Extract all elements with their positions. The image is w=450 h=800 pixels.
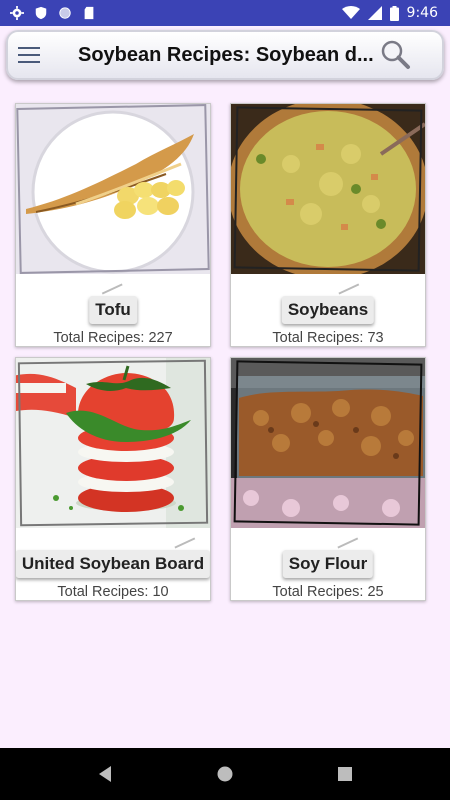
circle-icon <box>59 7 71 19</box>
category-name: Soybeans <box>281 296 375 324</box>
category-name: Soy Flour <box>282 550 374 578</box>
tomato-stack-image <box>16 358 210 528</box>
soybean-pods-image <box>16 104 210 274</box>
category-name: Tofu <box>89 296 137 324</box>
home-circle-icon[interactable] <box>215 764 235 784</box>
app-title: Soybean Recipes: Soybean d... <box>78 43 374 66</box>
system-navigation-bar <box>0 748 450 800</box>
recipe-count: Total Recipes: 73 <box>272 330 384 346</box>
category-card-united-soybean-board[interactable]: United Soybean Board Total Recipes: 10 <box>15 357 211 601</box>
recents-square-icon[interactable] <box>335 764 355 784</box>
app-bar: Soybean Recipes: Soybean d... <box>6 30 444 80</box>
recipe-count: Total Recipes: 10 <box>57 584 169 600</box>
recipe-count: Total Recipes: 227 <box>53 330 173 346</box>
signal-icon <box>367 6 382 20</box>
wifi-icon <box>341 6 360 19</box>
status-time: 9:46 <box>406 5 438 21</box>
soy-flour-bread-image <box>231 358 425 528</box>
soybean-soup-image <box>231 104 425 274</box>
shield-icon <box>35 6 47 20</box>
category-card-soy-flour[interactable]: Soy Flour Total Recipes: 25 <box>230 357 426 601</box>
back-triangle-icon[interactable] <box>95 764 115 784</box>
gear-icon <box>10 6 24 20</box>
sdcard-icon <box>84 6 94 20</box>
hamburger-menu-icon[interactable] <box>18 38 52 72</box>
search-icon[interactable] <box>378 38 412 72</box>
status-bar: 9:46 <box>0 0 450 26</box>
category-card-soybeans[interactable]: Soybeans Total Recipes: 73 <box>230 103 426 347</box>
category-name: United Soybean Board <box>16 550 210 578</box>
category-card-tofu[interactable]: Tofu Total Recipes: 227 <box>15 103 211 347</box>
recipe-count: Total Recipes: 25 <box>272 584 384 600</box>
battery-icon <box>389 5 399 21</box>
